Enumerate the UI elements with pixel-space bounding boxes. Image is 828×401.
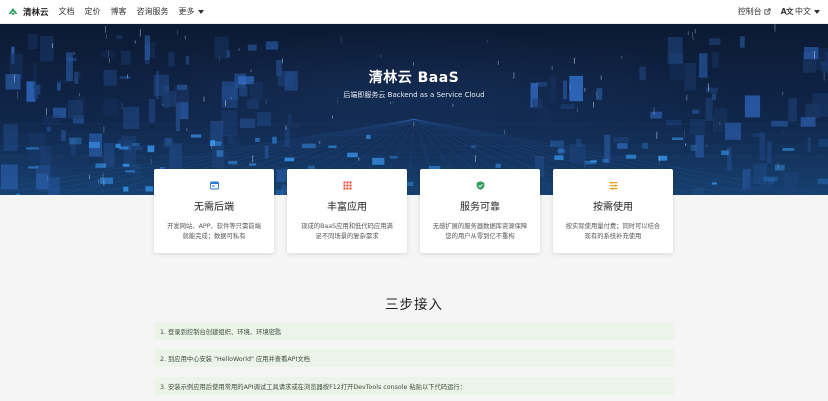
shield-check-icon xyxy=(476,181,484,190)
hero-title: 清林云 BaaS xyxy=(368,70,460,86)
hero-subtitle: 后端即服务云 Backend as a Service Cloud xyxy=(343,91,485,99)
step-item: 1. 登录到控制台创建组织、环境、环境密匙 xyxy=(154,322,674,340)
logo-icon xyxy=(8,7,18,15)
nav-link-more[interactable]: 更多 xyxy=(179,6,204,17)
translate-icon: A文 xyxy=(780,7,794,16)
grid-apps-icon xyxy=(343,181,351,190)
card-title: 丰富应用 xyxy=(327,202,367,213)
card-desc: 无感扩展的服务器数据库资源保障您的用户从零到亿不重构 xyxy=(432,223,528,241)
feature-card-no-backend: 无需后端 开发网站、APP、软件等只需前端就能完成；数据可私有 xyxy=(154,169,274,253)
feature-card-rich-apps: 丰富应用 现成的BaaS应用和低代码应用满足不同场景的复杂需求 xyxy=(287,169,407,253)
card-title: 按需使用 xyxy=(593,202,633,213)
nav-link-blog[interactable]: 博客 xyxy=(111,6,127,17)
list-settings-icon xyxy=(609,181,617,190)
external-link-icon xyxy=(764,8,771,15)
caret-down-icon xyxy=(197,9,204,14)
nav-links: 文档 定价 博客 咨询服务 更多 xyxy=(59,6,204,17)
language-switch[interactable]: A文 中文 xyxy=(781,6,820,17)
card-title: 无需后端 xyxy=(194,202,234,213)
feature-card-reliable: 服务可靠 无感扩展的服务器数据库资源保障您的用户从零到亿不重构 xyxy=(420,169,540,253)
browser-window-icon xyxy=(209,181,219,190)
step-item: 3. 安装示例应用后使用常用的API调试工具请求或在浏览器按F12打开DevTo… xyxy=(154,377,674,395)
card-desc: 开发网站、APP、软件等只需前端就能完成；数据可私有 xyxy=(167,223,261,241)
console-label: 控制台 xyxy=(737,7,762,16)
card-desc: 现成的BaaS应用和低代码应用满足不同场景的复杂需求 xyxy=(301,223,393,241)
brand[interactable]: 清林云 xyxy=(8,6,49,18)
language-label: 中文 xyxy=(795,7,811,16)
card-desc: 按实际使用量付费；同时可以结合现有的系统补充使用 xyxy=(565,223,661,241)
caret-down-icon xyxy=(814,9,820,14)
steps-title: 三步接入 xyxy=(385,297,443,313)
step-item: 2. 到应用中心安装 "HelloWorld" 应用并查看API文档 xyxy=(154,349,674,367)
nav-link-consulting[interactable]: 咨询服务 xyxy=(137,6,169,17)
nav-link-pricing[interactable]: 定价 xyxy=(85,6,101,17)
nav-right: 控制台 A文 中文 xyxy=(738,6,820,17)
top-nav: 清林云 文档 定价 博客 咨询服务 更多 控制台 A文 中文 xyxy=(0,0,828,24)
nav-link-more-label: 更多 xyxy=(178,7,195,16)
card-title: 服务可靠 xyxy=(460,202,500,213)
brand-name: 清林云 xyxy=(23,7,49,18)
nav-link-docs[interactable]: 文档 xyxy=(59,6,75,17)
feature-card-on-demand: 按需使用 按实际使用量付费；同时可以结合现有的系统补充使用 xyxy=(553,169,673,253)
console-link[interactable]: 控制台 xyxy=(738,6,771,17)
feature-cards: 无需后端 开发网站、APP、软件等只需前端就能完成；数据可私有 丰富应用 现成的… xyxy=(154,169,673,253)
